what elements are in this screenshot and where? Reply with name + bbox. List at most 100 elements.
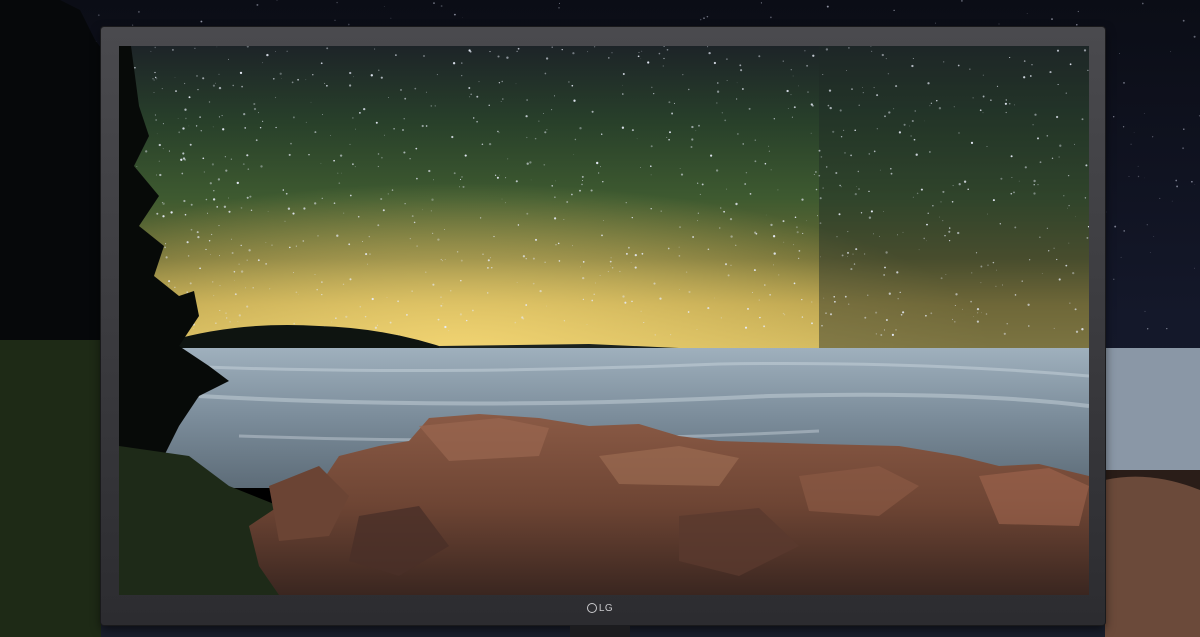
star: [1055, 115, 1059, 119]
star: [782, 312, 785, 315]
star: [630, 262, 632, 263]
star: [895, 85, 898, 88]
star: [516, 50, 518, 52]
star: [590, 189, 593, 192]
star: [982, 95, 985, 98]
star: [368, 235, 371, 238]
star: [687, 311, 690, 313]
star: [403, 118, 405, 120]
star: [770, 16, 772, 19]
star: [271, 244, 273, 246]
star: [232, 84, 234, 87]
star: [653, 93, 655, 95]
star: [708, 51, 711, 55]
star: [525, 304, 528, 306]
star: [976, 307, 980, 311]
star: [377, 324, 378, 326]
star: [660, 210, 662, 212]
star: [440, 5, 443, 7]
star: [367, 263, 368, 265]
star: [682, 73, 684, 76]
star: [326, 85, 328, 87]
star: [174, 286, 176, 288]
star: [275, 126, 277, 129]
star: [631, 300, 633, 303]
star: [773, 252, 776, 255]
star: [440, 304, 443, 307]
star: [793, 106, 796, 109]
star: [288, 153, 291, 156]
star: [525, 258, 527, 260]
star: [402, 129, 404, 131]
star: [769, 294, 771, 296]
star: [802, 232, 804, 234]
star: [1058, 156, 1060, 158]
star: [199, 116, 201, 118]
star: [1072, 271, 1075, 275]
star: [881, 53, 884, 57]
star: [331, 321, 332, 323]
star: [515, 83, 517, 85]
star: [885, 251, 888, 254]
star: [573, 99, 576, 102]
star: [216, 46, 218, 48]
star: [434, 105, 436, 107]
star: [444, 259, 446, 260]
star: [951, 201, 954, 203]
star: [516, 282, 518, 283]
star: [619, 270, 621, 273]
star: [297, 78, 299, 81]
star: [634, 253, 637, 257]
star: [190, 228, 193, 231]
star: [1048, 250, 1050, 252]
star: [887, 73, 890, 75]
star: [990, 99, 992, 102]
star: [241, 85, 243, 88]
star: [1153, 235, 1155, 237]
star: [422, 209, 423, 211]
star: [840, 186, 842, 188]
star: [189, 282, 192, 285]
star: [976, 312, 979, 314]
star: [735, 98, 738, 100]
star: [247, 168, 250, 170]
star: [1122, 126, 1125, 128]
star: [561, 49, 563, 51]
star: [591, 110, 594, 113]
star: [314, 274, 316, 276]
star: [188, 125, 190, 127]
star: [1182, 147, 1185, 150]
star: [625, 202, 627, 204]
star: [873, 87, 875, 89]
star: [955, 293, 958, 296]
star: [1152, 136, 1154, 138]
star: [1009, 56, 1011, 59]
star: [888, 111, 891, 114]
star: [195, 125, 198, 127]
star: [976, 320, 979, 323]
star: [285, 192, 288, 195]
star: [912, 196, 914, 198]
star: [380, 197, 383, 201]
star: [387, 193, 389, 195]
star: [801, 298, 803, 301]
star: [246, 154, 249, 157]
star: [1041, 272, 1043, 274]
star: [754, 139, 756, 141]
star: [641, 50, 643, 52]
star: [862, 87, 863, 89]
star: [1005, 99, 1008, 101]
star: [409, 238, 411, 240]
star: [948, 239, 951, 242]
star: [828, 89, 832, 92]
star: [703, 17, 705, 19]
star: [223, 205, 227, 208]
star: [200, 20, 203, 23]
star: [572, 52, 575, 55]
star: [249, 195, 252, 198]
star: [152, 78, 154, 80]
star: [982, 112, 984, 114]
star: [980, 265, 983, 268]
star: [825, 312, 827, 314]
star: [383, 134, 385, 136]
